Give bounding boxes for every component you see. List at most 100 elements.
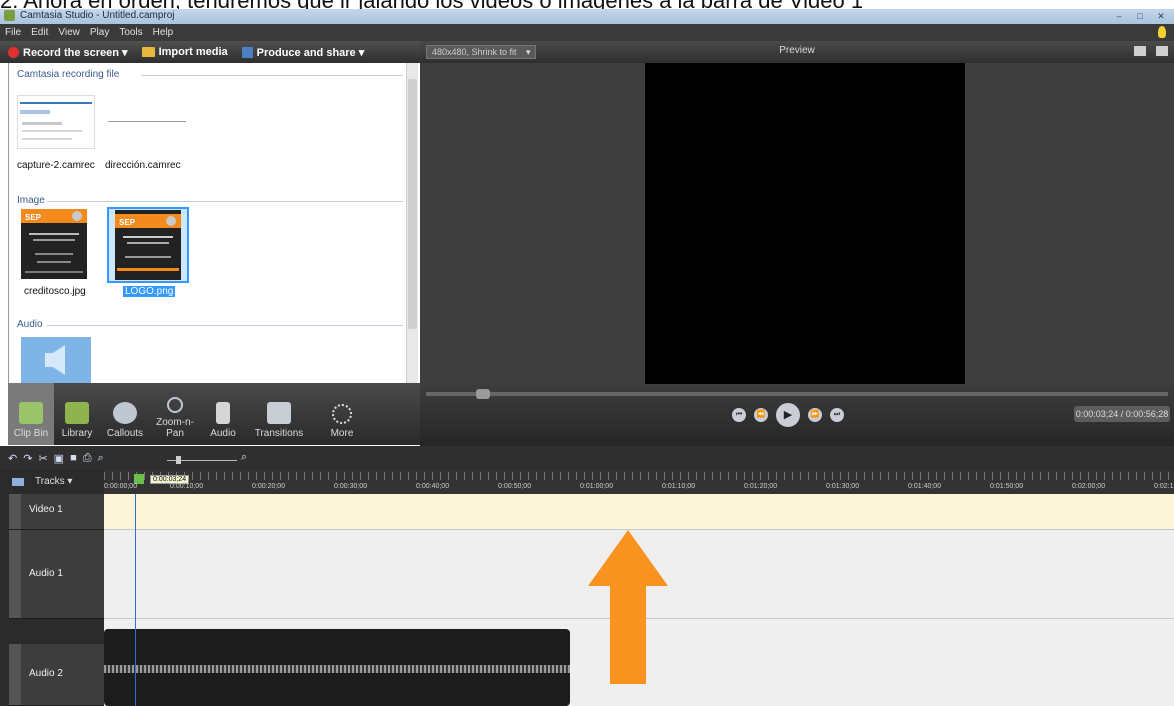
ruler-tick-label: 0:01:50;00 xyxy=(990,483,1024,490)
timeline-track-area[interactable] xyxy=(104,494,1174,706)
track-name: Audio 1 xyxy=(29,568,63,579)
record-icon xyxy=(8,46,19,58)
fast-forward-icon[interactable]: ⏩ xyxy=(808,408,822,422)
tab-more[interactable]: More xyxy=(312,383,372,445)
zoom-n-pan-icon xyxy=(167,397,183,413)
lightbulb-icon[interactable] xyxy=(1158,26,1166,38)
task-tabs-bar: Clip Bin Library Callouts Zoom-n-Pan Aud… xyxy=(8,383,420,445)
scrubber-handle[interactable] xyxy=(476,389,490,399)
menu-edit[interactable]: Edit xyxy=(26,24,53,41)
menu-bar: File Edit View Play Tools Help xyxy=(0,24,1174,41)
track-name: Video 1 xyxy=(29,504,63,515)
clip-bin-panel: Camtasia recording file capture-2.camrec… xyxy=(8,63,418,383)
recording-filename: dirección.camrec xyxy=(105,160,181,171)
tab-label: More xyxy=(330,428,354,439)
zoom-out-icon[interactable]: ⌕ xyxy=(98,452,104,465)
image-preview: SEP xyxy=(115,210,181,280)
track-header-audio-2[interactable]: Audio 2 xyxy=(9,644,104,706)
track-header-video-1[interactable]: Video 1 xyxy=(9,494,104,530)
image-thumbnail[interactable]: SEP xyxy=(21,209,87,279)
menu-file[interactable]: File xyxy=(0,24,26,41)
more-icon xyxy=(332,404,352,424)
minimize-button[interactable]: – xyxy=(1110,10,1128,22)
image-thumbnail-selected[interactable]: SEP xyxy=(107,207,189,283)
rewind-icon[interactable]: ⏪ xyxy=(754,408,768,422)
undo-icon[interactable]: ↶ xyxy=(8,452,17,465)
scrollbar-thumb[interactable] xyxy=(408,79,417,329)
track-grip[interactable] xyxy=(9,530,21,618)
timeline-toolbar: ↶ ↷ ✂ ▣ ■ ⎙ ⌕ ⌕ xyxy=(0,446,1174,470)
recording-filename: capture-2.camrec xyxy=(17,160,95,171)
tab-label: Callouts xyxy=(106,428,144,439)
recording-thumbnail[interactable] xyxy=(17,95,95,149)
copy-icon[interactable]: ▣ xyxy=(54,452,64,465)
svg-text:SEP: SEP xyxy=(119,218,136,227)
preview-timecode: 0:00:03;24 / 0:00:56;28 xyxy=(1074,406,1170,422)
produce-icon xyxy=(241,46,253,58)
playback-controls: ⏮ ⏪ ▶ ⏩ ⏭ 0:00:03;24 / 0:00:56;28 xyxy=(420,384,1174,446)
ruler-tick-label: 0:02:1 xyxy=(1154,483,1174,490)
tab-label: Library xyxy=(61,428,93,439)
tracks-menu[interactable]: Tracks xyxy=(35,476,72,487)
produce-share-button[interactable]: Produce and share ▾ xyxy=(241,46,364,59)
tab-audio[interactable]: Audio xyxy=(200,383,246,445)
clip-bin-scrollbar[interactable] xyxy=(406,63,418,383)
cut-icon[interactable]: ✂ xyxy=(38,452,47,465)
paste-icon[interactable]: ■ xyxy=(70,452,77,465)
preview-scrubber[interactable] xyxy=(426,392,1168,396)
track-grip[interactable] xyxy=(9,644,21,705)
tracks-icon xyxy=(12,478,24,486)
detach-preview-icon[interactable] xyxy=(1156,46,1168,56)
camtasia-app-icon xyxy=(4,10,15,21)
clip-bin-icon xyxy=(19,402,43,424)
import-media-label: Import media xyxy=(158,46,228,58)
close-button[interactable]: ✕ xyxy=(1152,10,1170,22)
import-media-button[interactable]: Import media xyxy=(141,46,228,58)
recording-thumbnail[interactable] xyxy=(107,95,187,149)
recording-preview-image xyxy=(108,121,186,122)
ruler-tick-label: 0:00:40;00 xyxy=(416,483,450,490)
track-header-audio-1[interactable]: Audio 1 xyxy=(9,530,104,619)
menu-view[interactable]: View xyxy=(53,24,85,41)
svg-text:SEP: SEP xyxy=(25,213,42,222)
tab-library[interactable]: Library xyxy=(54,383,100,445)
jump-to-end-icon[interactable]: ⏭ xyxy=(830,408,844,422)
redo-icon[interactable]: ↷ xyxy=(23,452,32,465)
track-name: Audio 2 xyxy=(29,668,63,679)
tab-clip-bin[interactable]: Clip Bin xyxy=(8,383,54,445)
section-image-label: Image xyxy=(17,195,45,206)
ruler-tick-label: 0:00:20;00 xyxy=(252,483,286,490)
tab-transitions[interactable]: Transitions xyxy=(246,383,312,445)
split-icon[interactable]: ⎙ xyxy=(83,452,92,465)
jump-to-start-icon[interactable]: ⏮ xyxy=(732,408,746,422)
ruler-tick-label: 0:00:10;00 xyxy=(170,483,204,490)
audio-waveform xyxy=(104,665,570,673)
record-screen-button[interactable]: Record the screen ▾ xyxy=(8,46,128,59)
image-filename: creditosco.jpg xyxy=(24,286,86,297)
menu-help[interactable]: Help xyxy=(148,24,179,41)
ruler-tick-label: 0:01:30;00 xyxy=(826,483,860,490)
track-grip[interactable] xyxy=(9,494,21,529)
audio-thumbnail[interactable] xyxy=(21,337,91,383)
folder-icon xyxy=(141,47,155,57)
maximize-button[interactable]: □ xyxy=(1131,10,1149,22)
tab-callouts[interactable]: Callouts xyxy=(100,383,150,445)
play-icon[interactable]: ▶ xyxy=(776,403,800,427)
zoom-in-icon[interactable]: ⌕ xyxy=(241,451,247,464)
main-toolbar: Record the screen ▾ Import media Produce… xyxy=(0,41,420,63)
window-titlebar: Camtasia Studio - Untitled.camproj – □ ✕ xyxy=(0,9,1174,24)
timeline-ruler[interactable]: 0:00:03;24 0:00:00;00 0:00:10;00 0:00:20;0… xyxy=(104,470,1174,494)
video-1-lane[interactable] xyxy=(104,494,1174,530)
audio-clip[interactable] xyxy=(104,629,570,706)
zoom-slider-handle[interactable] xyxy=(176,456,181,464)
preview-canvas xyxy=(645,63,965,384)
ruler-tick-label: 0:01:40;00 xyxy=(908,483,942,490)
menu-tools[interactable]: Tools xyxy=(114,24,147,41)
ruler-tick-label: 0:01:20;00 xyxy=(744,483,778,490)
image-filename-selected: LOGO.png xyxy=(123,286,176,297)
ruler-tick-label: 0:00:30;00 xyxy=(334,483,368,490)
tab-label: Audio xyxy=(210,428,236,439)
menu-play[interactable]: Play xyxy=(85,24,114,41)
tab-zoom-n-pan[interactable]: Zoom-n-Pan xyxy=(150,383,200,445)
fullscreen-icon[interactable] xyxy=(1134,46,1146,56)
